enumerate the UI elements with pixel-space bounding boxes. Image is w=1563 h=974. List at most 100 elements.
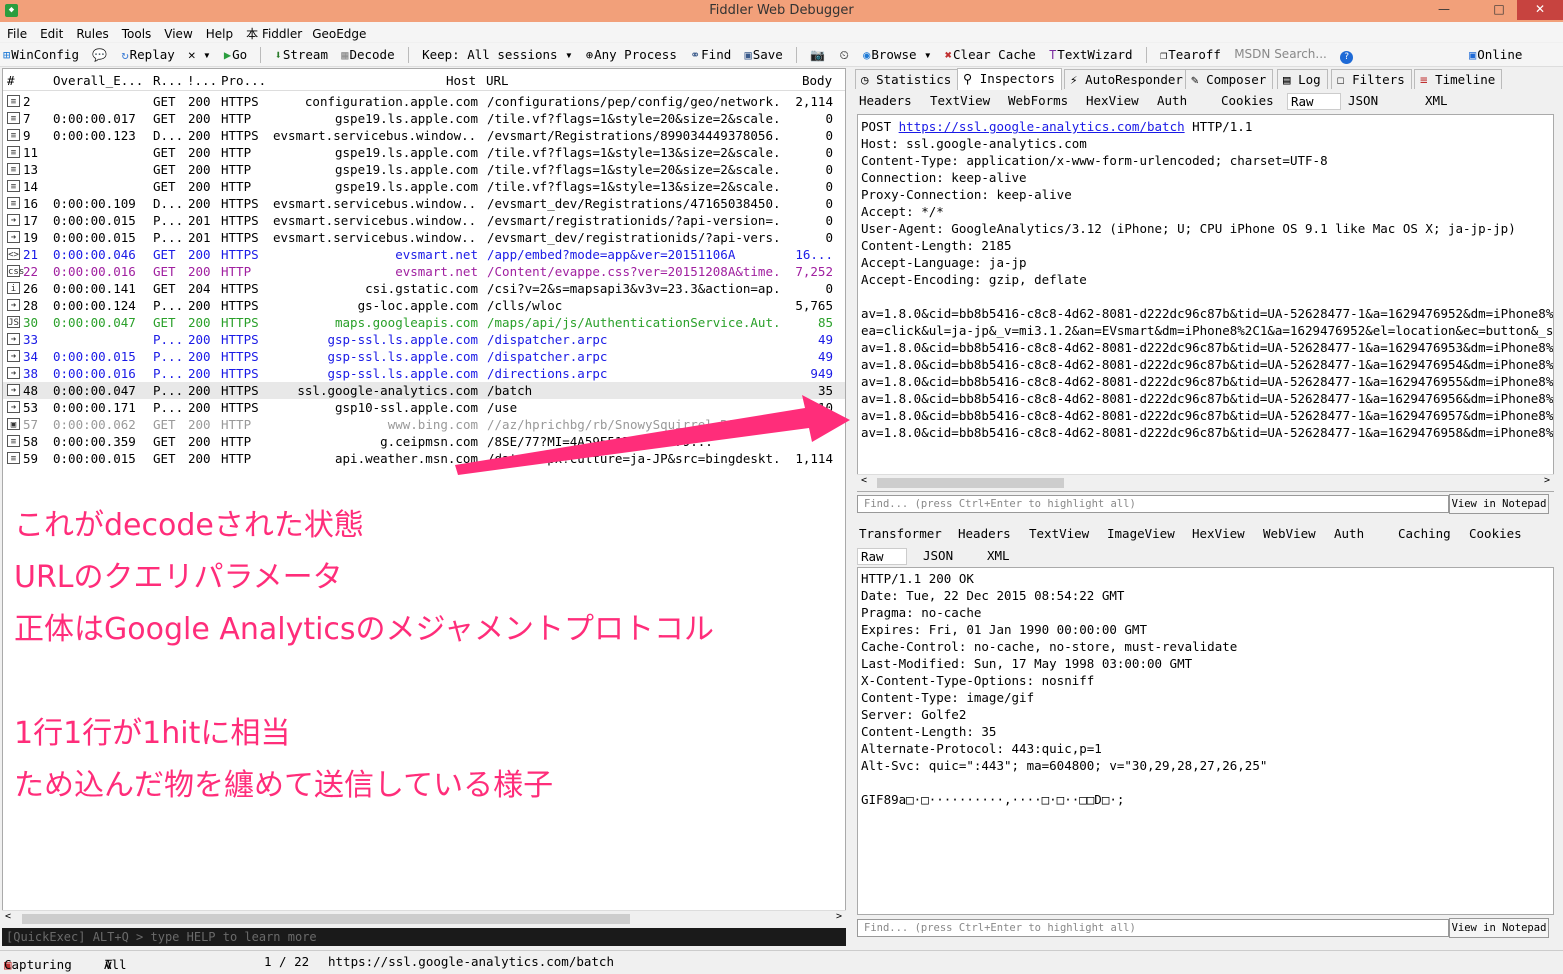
resp-tab-auth[interactable]: Auth (1334, 526, 1364, 541)
quickexec-input[interactable]: [QuickExec] ALT+Q > type HELP to learn m… (2, 928, 846, 946)
table-row[interactable]: JS 30 0:00:00.047 GET 200 HTTPS maps.googleapi… (3, 314, 845, 331)
replay-button[interactable]: ↻Replay (118, 47, 177, 62)
resp-tab-caching[interactable]: Caching (1398, 526, 1451, 541)
request-horizontal-scrollbar[interactable]: < > (857, 474, 1554, 491)
table-row[interactable]: ≡ 13 GET 200 HTTP gspe19.ls.apple.com/tile.vf… (3, 161, 845, 178)
col-header-url[interactable]: URL (486, 73, 509, 88)
resp-subtab-xml[interactable]: XML (987, 548, 1010, 563)
col-header-overall[interactable]: Overall_E... (53, 73, 143, 88)
table-row[interactable]: ≡ 59 0:00:00.015 GET 200 HTTP api.weather.msn.… (3, 450, 845, 467)
winconfig-button[interactable]: ⊞WinConfig (0, 47, 82, 62)
menu-rules[interactable]: Rules (69, 24, 114, 41)
table-row[interactable]: ≡ 11 GET 200 HTTP gspe19.ls.apple.com/tile.vf… (3, 144, 845, 161)
request-view-notepad-button[interactable]: View in Notepad (1449, 494, 1549, 514)
table-row[interactable]: ➜ 38 0:00:00.016 P... 200 HTTPS gsp-ssl.ls.app… (3, 365, 845, 382)
table-row[interactable]: ≡ 14 GET 200 HTTP gspe19.ls.apple.com/tile.vf… (3, 178, 845, 195)
screenshot-button[interactable]: 📷 (807, 47, 829, 62)
response-raw-view[interactable]: HTTP/1.1 200 OK Date: Tue, 22 Dec 2015 08… (857, 567, 1554, 915)
textwizard-button[interactable]: TTextWizard (1046, 47, 1136, 62)
table-row[interactable]: ➜ 48 0:00:00.047 P... 200 HTTPS ssl.google-ana… (3, 382, 845, 399)
menu-file[interactable]: File (0, 24, 33, 41)
online-indicator[interactable]: ▣Online (1466, 47, 1525, 62)
req-tab-auth[interactable]: Auth (1157, 93, 1187, 108)
find-button[interactable]: ⚭Find (687, 47, 734, 62)
scroll-right-icon[interactable]: > (1544, 475, 1550, 486)
resp-subtab-json[interactable]: JSON (923, 548, 953, 563)
menu-help[interactable]: Help (199, 24, 239, 41)
req-tab-headers[interactable]: Headers (859, 93, 912, 108)
table-row[interactable]: <> 21 0:00:00.046 GET 200 HTTPS evsmart.net/ap… (3, 246, 845, 263)
help-button[interactable]: ? (1337, 47, 1357, 64)
resp-tab-cookies[interactable]: Cookies (1469, 526, 1522, 541)
table-row[interactable]: ≡ 2 GET 200 HTTPS configuration.apple.com/con… (3, 93, 845, 110)
browse-button[interactable]: ◉Browse ▾ (860, 47, 934, 62)
tab-log[interactable]: ▤ Log (1277, 69, 1328, 89)
any-process-button[interactable]: ⊕Any Process (583, 47, 680, 62)
menu-edit[interactable]: Edit (33, 24, 69, 41)
scrollbar-thumb[interactable] (877, 478, 1064, 488)
table-row[interactable]: ➜ 34 0:00:00.015 P... 200 HTTPS gsp-ssl.ls.app… (3, 348, 845, 365)
response-view-notepad-button[interactable]: View in Notepad (1449, 918, 1549, 938)
table-row[interactable]: css 22 0:00:00.016 GET 200 HTTP evsmart.net/Co… (3, 263, 845, 280)
resp-tab-headers[interactable]: Headers (958, 526, 1011, 541)
scroll-right-icon[interactable]: > (836, 911, 842, 922)
col-header-body[interactable]: Body (802, 73, 832, 88)
tab-autoresponder[interactable]: ⚡ AutoResponder (1064, 69, 1190, 89)
stream-button[interactable]: ⬇Stream (272, 47, 331, 62)
tab-statistics[interactable]: ◷ Statistics (855, 69, 959, 89)
resp-tab-transformer[interactable]: Transformer (859, 526, 942, 541)
req-tab-cookies[interactable]: Cookies (1221, 93, 1274, 108)
resp-tab-textview[interactable]: TextView (1029, 526, 1089, 541)
tab-filters[interactable]: ☐ Filters (1331, 69, 1412, 89)
request-raw-view[interactable]: POST https://ssl.google-analytics.com/ba… (857, 114, 1554, 492)
col-header-method[interactable]: R... (153, 73, 183, 88)
menu-geoedge[interactable]: GeoEdge (308, 24, 372, 41)
scroll-left-icon[interactable]: < (5, 911, 11, 922)
scrollbar-thumb[interactable] (22, 914, 630, 924)
menu-tools[interactable]: Tools (115, 24, 158, 41)
tab-inspectors[interactable]: ⚲ Inspectors (957, 68, 1062, 90)
msdn-search-input[interactable]: MSDN Search... (1231, 47, 1330, 61)
request-url-link[interactable]: https://ssl.google-analytics.com/batch (899, 119, 1185, 134)
save-button[interactable]: ▣Save (742, 47, 786, 62)
col-header-host[interactable]: Host (446, 73, 476, 88)
table-row[interactable]: ≡ 16 0:00:00.109 D... 200 HTTPS evsmart.servic… (3, 195, 845, 212)
timer-button[interactable]: ⏲ (837, 47, 853, 63)
col-header-num[interactable]: # (7, 73, 15, 88)
table-row[interactable]: ≡ 9 0:00:00.123 D... 200 HTTPS evsmart.service… (3, 127, 845, 144)
tab-composer[interactable]: ✎ Composer (1185, 69, 1274, 89)
menu-fiddler[interactable]: 本 Fiddler (239, 22, 308, 42)
table-row[interactable]: ➜ 17 0:00:00.015 P... 201 HTTPS evsmart.servic… (3, 212, 845, 229)
table-row[interactable]: i 26 0:00:00.141 GET 204 HTTPS csi.gstatic.com… (3, 280, 845, 297)
table-row[interactable]: ➜ 33 P... 200 HTTPS gsp-ssl.ls.apple.com/disp… (3, 331, 845, 348)
table-row[interactable]: ➜ 53 0:00:00.171 P... 200 HTTPS gsp10-ssl.appl… (3, 399, 845, 416)
resp-tab-webview[interactable]: WebView (1263, 526, 1316, 541)
go-button[interactable]: ▶Go (221, 47, 250, 62)
sessions-horizontal-scrollbar[interactable]: < > (2, 910, 846, 926)
tab-timeline[interactable]: ≡ Timeline (1414, 69, 1503, 89)
resp-subtab-raw[interactable]: Raw (857, 548, 907, 565)
minimize-button[interactable]: — (1430, 0, 1458, 20)
keep-sessions-dropdown[interactable]: Keep: All sessions ▾ (419, 47, 576, 62)
req-tab-textview[interactable]: TextView (930, 93, 990, 108)
resp-tab-imageview[interactable]: ImageView (1107, 526, 1175, 541)
remove-button[interactable]: ✕ ▾ (185, 47, 214, 62)
table-row[interactable]: ➜ 19 0:00:00.015 P... 201 HTTPS evsmart.servic… (3, 229, 845, 246)
req-tab-webforms[interactable]: WebForms (1008, 93, 1068, 108)
req-tab-xml[interactable]: XML (1425, 93, 1448, 108)
table-row[interactable]: ≡ 58 0:00:00.359 GET 200 HTTP g.ceipmsn.com/8S… (3, 433, 845, 450)
request-find-input[interactable]: Find... (press Ctrl+Enter to highlight a… (857, 495, 1449, 513)
menu-view[interactable]: View (157, 24, 198, 41)
table-row[interactable]: ≡ 7 0:00:00.017 GET 200 HTTP gspe19.ls.apple.c… (3, 110, 845, 127)
req-tab-raw[interactable]: Raw (1287, 93, 1341, 110)
close-button[interactable]: ✕ (1517, 0, 1563, 20)
maximize-button[interactable]: □ (1485, 0, 1513, 20)
table-row[interactable]: ▣ 57 0:00:00.062 GET 200 HTTP www.bing.com //az… (3, 416, 845, 433)
col-header-protocol[interactable]: Pro... (221, 73, 266, 88)
req-tab-hexview[interactable]: HexView (1086, 93, 1139, 108)
table-row[interactable]: ➜ 28 0:00:00.124 P... 200 HTTPS gs-loc.apple.c… (3, 297, 845, 314)
tearoff-button[interactable]: ❐Tearoff (1157, 47, 1224, 62)
resp-tab-hexview[interactable]: HexView (1192, 526, 1245, 541)
col-header-result[interactable]: !... (187, 73, 217, 88)
clear-cache-button[interactable]: ✖Clear Cache (942, 47, 1039, 62)
